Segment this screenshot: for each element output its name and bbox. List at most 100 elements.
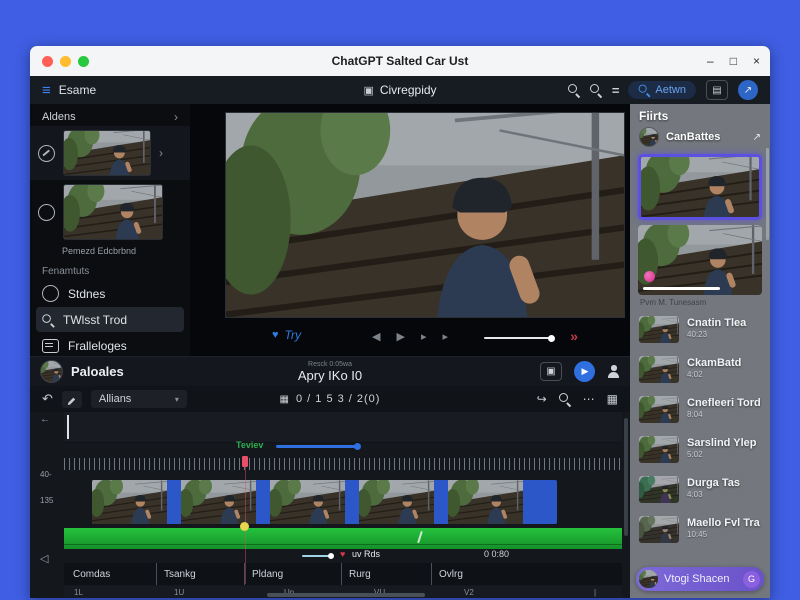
project-bar-actions: ▣ ▶ — [540, 361, 620, 382]
video-clip-thumb[interactable] — [448, 480, 523, 524]
channel-row[interactable]: CanBattes ↗ — [630, 125, 770, 149]
item-meta: 8:04 — [687, 409, 761, 421]
list-item[interactable]: Maello Fvl Tra10:45 — [630, 509, 770, 549]
item-thumbnail[interactable] — [639, 436, 679, 463]
timeline-tracks[interactable]: Teviev ♥ uv Rds 0 0:80 Comdas — [64, 412, 622, 598]
bottom-ruler: 1L 1U Un VU V2 | — [64, 586, 622, 598]
undo-icon[interactable]: ↶ — [42, 391, 53, 407]
timeline-ruler[interactable] — [64, 458, 622, 470]
empty-track[interactable] — [64, 412, 622, 443]
previous-icon[interactable]: ◀ — [372, 330, 380, 343]
chevron-right-icon[interactable]: › — [159, 146, 163, 160]
video-thumbnail[interactable] — [638, 225, 762, 295]
step-forward-icon[interactable]: ▸ — [421, 330, 427, 343]
keyframe-marker[interactable] — [240, 522, 249, 531]
chapter-segment[interactable]: Ovlrg — [431, 563, 622, 585]
pen-tool-button[interactable] — [62, 391, 82, 408]
horizontal-scrollbar[interactable] — [267, 593, 425, 597]
sidebar-clip-row-2[interactable] — [30, 180, 190, 244]
item-title: CkamBatd — [687, 357, 741, 369]
sidebar-item-twlsst-trod[interactable]: TWlsst Trod — [36, 307, 184, 332]
person-icon[interactable] — [607, 365, 620, 378]
chevron-down-icon: ▾ — [175, 395, 179, 404]
play-icon[interactable]: ▶ — [396, 330, 404, 343]
send-fab-icon[interactable]: ↗ — [738, 80, 758, 100]
sidebar-header[interactable]: Aldens › — [30, 104, 190, 126]
card-icon — [42, 339, 59, 353]
item-thumbnail[interactable] — [639, 476, 679, 503]
item-thumbnail[interactable] — [639, 356, 679, 383]
playhead-handle[interactable] — [242, 456, 248, 467]
search-pill-button[interactable]: Aetwn — [628, 81, 696, 99]
item-meta: 4:02 — [687, 369, 741, 381]
chapter-segment[interactable]: Tsankg — [156, 563, 244, 585]
screen-icon[interactable]: ▣ — [540, 362, 562, 381]
pill-badge: G — [743, 571, 760, 588]
panel-scrollbar[interactable] — [766, 148, 769, 240]
clipboard-icon[interactable]: ▤ — [706, 80, 728, 100]
selected-video-thumbnail[interactable] — [638, 154, 762, 220]
maximize-button[interactable]: □ — [730, 55, 737, 67]
share-icon[interactable]: ↪ — [537, 392, 547, 406]
list-item[interactable]: Sarslind Ylep5:02 — [630, 429, 770, 469]
filter-lines-icon[interactable]: = — [612, 83, 619, 98]
chapter-label: Ovlrg — [439, 569, 463, 580]
channel-name: CanBattes — [666, 131, 720, 143]
track-mode-dropdown[interactable]: Allians ▾ — [91, 390, 187, 408]
channel-avatar[interactable] — [639, 127, 659, 147]
clip-thumbnail-2[interactable] — [63, 184, 163, 240]
list-item[interactable]: Cnefleeri Tord8:04 — [630, 389, 770, 429]
hamburger-menu-icon[interactable]: ≡ — [42, 82, 51, 99]
item-thumbnail[interactable] — [639, 396, 679, 423]
clip-thumbnail-1[interactable] — [63, 130, 151, 176]
menu-label[interactable]: Esame — [59, 83, 96, 97]
speed-icon[interactable]: » — [570, 328, 578, 344]
audio-track[interactable] — [64, 528, 622, 549]
chevron-right-icon[interactable]: › — [174, 110, 178, 124]
sidebar-clip-row-1[interactable]: › — [30, 126, 190, 180]
footer-pill-button[interactable]: Vtogi Shacen G — [636, 567, 764, 591]
more-dots-icon[interactable]: ⋯ — [583, 392, 595, 406]
volume-slider[interactable] — [484, 337, 552, 339]
globe-icon — [42, 285, 59, 302]
list-item[interactable]: Durga Tas4:03 — [630, 469, 770, 509]
item-thumbnail[interactable] — [639, 316, 679, 343]
grid-view-icon[interactable]: ▦ — [607, 392, 618, 406]
close-button[interactable]: × — [753, 55, 760, 67]
audio-notch — [417, 531, 422, 543]
mute-icon[interactable]: ◁ — [40, 552, 48, 565]
expand-icon[interactable]: ↗ — [753, 132, 761, 143]
vertical-scrollbar[interactable] — [624, 418, 628, 536]
search-icon-2[interactable] — [590, 84, 602, 96]
pen-icon — [66, 394, 77, 405]
marker-range-bar[interactable] — [276, 445, 358, 448]
video-preview[interactable] — [225, 112, 625, 318]
list-item[interactable]: Cnatin Tlea40:23 — [630, 309, 770, 349]
transport-controls: ◀ ▶ ▸ ▸ — [190, 330, 630, 343]
search-icon[interactable] — [559, 393, 571, 405]
timeline-gutter: ← 40- 135 ◁ — [30, 412, 64, 598]
sidebar-item-stdnes[interactable]: Stdnes — [30, 281, 190, 306]
minimize-button[interactable]: – — [707, 55, 714, 67]
item-thumbnail[interactable] — [639, 516, 679, 543]
mini-slider[interactable] — [302, 555, 332, 557]
avatar[interactable] — [40, 360, 63, 383]
chapter-segment[interactable]: Rurg — [341, 563, 431, 585]
heart-marker-icon[interactable]: ♥ — [340, 549, 345, 559]
next-icon[interactable]: ▸ — [442, 330, 448, 343]
chapter-label: Tsankg — [164, 569, 196, 580]
chapter-segment[interactable]: Comdas — [64, 563, 156, 585]
list-item[interactable]: CkamBatd4:02 — [630, 349, 770, 389]
window-title: ChatGPT Salted Car Ust — [30, 54, 770, 68]
play-button[interactable]: ▶ — [574, 361, 595, 382]
chapter-segment[interactable]: Pldang — [244, 563, 341, 585]
dropdown-value: Allians — [99, 393, 131, 405]
back-arrow-icon[interactable]: ← — [40, 414, 50, 425]
video-track[interactable] — [92, 480, 557, 524]
search-icon[interactable] — [568, 84, 580, 96]
sidebar-item-fralleloges[interactable]: Fralleloges — [30, 333, 190, 358]
video-clip-thumb[interactable] — [359, 480, 434, 524]
video-clip-thumb[interactable] — [92, 480, 167, 524]
video-clip-thumb[interactable] — [270, 480, 345, 524]
title-bar: ChatGPT Salted Car Ust – □ × — [30, 46, 770, 76]
